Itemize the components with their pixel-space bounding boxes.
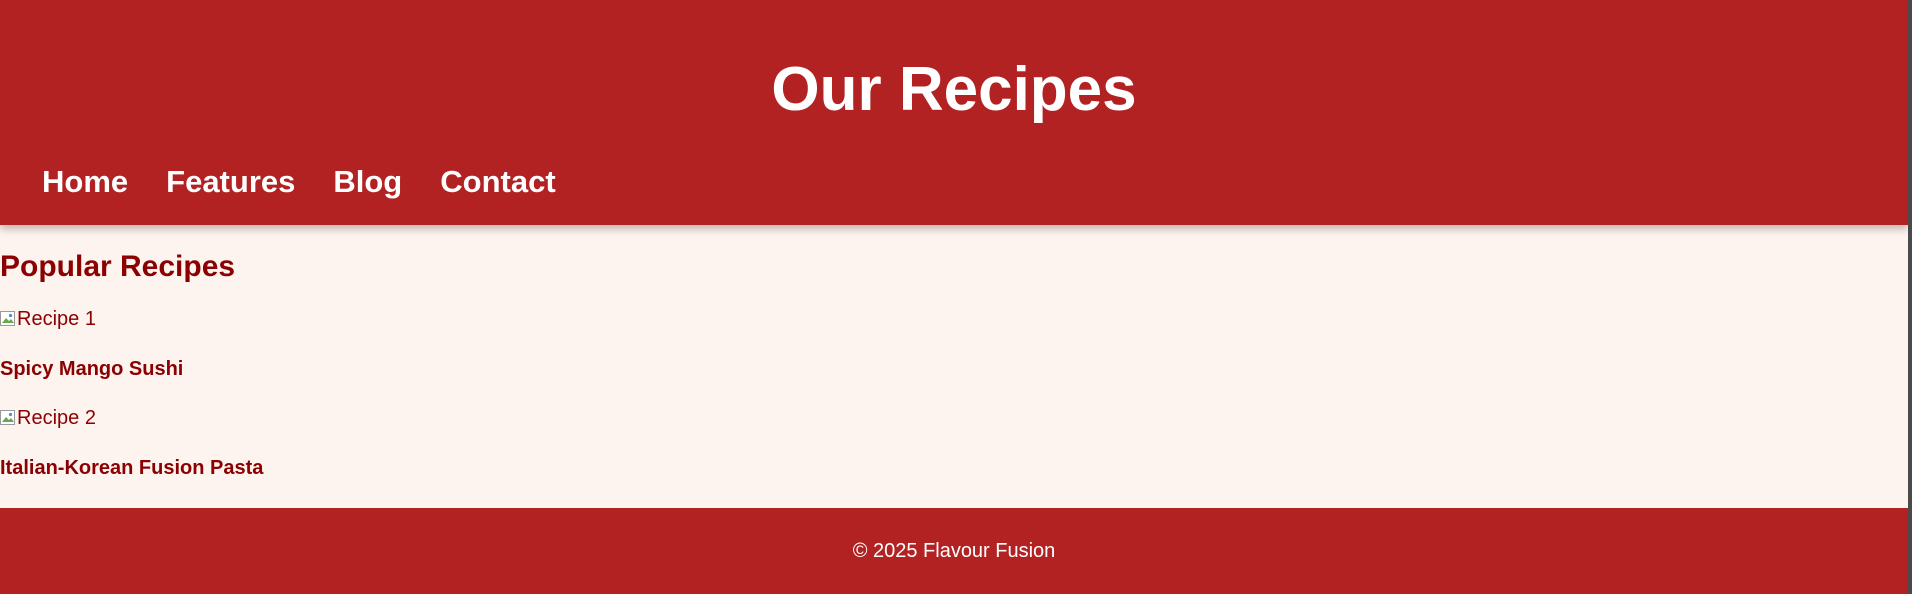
nav-contact-link[interactable]: Contact (440, 159, 555, 205)
broken-image-icon (0, 311, 16, 327)
footer-copyright: © 2025 Flavour Fusion (852, 540, 1056, 562)
main-content: Popular Recipes Recipe 1 Spicy Mango Sus… (0, 225, 1908, 508)
window-edge (1908, 0, 1912, 594)
recipe-image: Recipe 2 (0, 406, 96, 430)
recipe-name: Spicy Mango Sushi (0, 358, 184, 380)
recipe-image: Recipe 1 (0, 307, 96, 331)
nav-blog-link[interactable]: Blog (333, 159, 402, 205)
nav-features-link[interactable]: Features (166, 159, 295, 205)
recipe-name: Italian-Korean Fusion Pasta (0, 457, 264, 479)
recipe-image-alt-text: Recipe 1 (17, 308, 96, 330)
nav-home-link[interactable]: Home (42, 159, 128, 205)
site-header: Our Recipes Home Features Blog Contact (0, 0, 1908, 225)
page-title: Our Recipes (771, 55, 1137, 124)
section-title-popular-recipes: Popular Recipes (0, 250, 236, 283)
broken-image-icon (0, 410, 16, 426)
page: Our Recipes Home Features Blog Contact P… (0, 0, 1912, 594)
recipe-image-alt-text: Recipe 2 (17, 407, 96, 429)
main-nav: Home Features Blog Contact (42, 159, 594, 205)
site-footer: © 2025 Flavour Fusion (0, 508, 1908, 594)
